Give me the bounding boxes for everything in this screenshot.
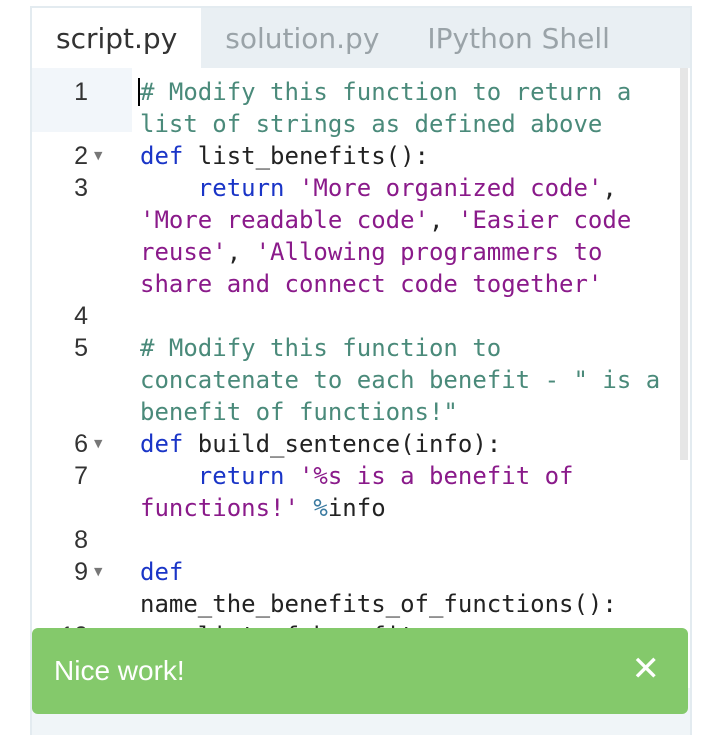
code-token: def <box>140 558 184 586</box>
line-number: 6 <box>74 430 88 458</box>
exercise-panel: script.py solution.py IPython Shell 1 # M… <box>30 6 692 735</box>
fold-toggle-icon[interactable]: ▼ <box>94 556 102 588</box>
tab-solution-py[interactable]: solution.py <box>201 8 403 68</box>
code-token: # Modify this function to return a list … <box>140 78 646 138</box>
code-text: def list_benefits(): <box>140 140 665 172</box>
line-number: 4 <box>74 302 88 330</box>
code-token: def <box>140 430 184 458</box>
code-token: 'More organized code' <box>298 174 603 202</box>
fold-toggle-icon[interactable]: ▼ <box>94 140 102 172</box>
code-token: def <box>140 142 184 170</box>
code-token: % <box>313 494 328 522</box>
success-toast: Nice work! ✕ <box>32 628 688 714</box>
code-text: return 'More organized code', 'More read… <box>140 172 665 300</box>
toast-message: Nice work! <box>54 655 185 686</box>
line-number: 1 <box>74 78 88 106</box>
code-token: # Modify this function to concatenate to… <box>140 334 675 426</box>
code-token: info <box>327 494 386 522</box>
code-text: def name_the_benefits_of_functions(): <box>140 556 665 620</box>
editor-scrollbar[interactable] <box>680 68 688 460</box>
code-text: # Modify this function to return a list … <box>140 76 665 140</box>
line-number: 5 <box>74 334 88 362</box>
tab-script-py[interactable]: script.py <box>32 8 202 68</box>
line-number: 8 <box>74 526 88 554</box>
code-text: # Modify this function to concatenate to… <box>140 332 665 428</box>
line-number: 7 <box>74 462 88 490</box>
code-token: , <box>428 206 458 234</box>
text-cursor <box>138 78 140 106</box>
code-token: , <box>602 174 632 202</box>
line-number: 3 <box>74 174 88 202</box>
code-token: 'More readable code' <box>140 206 429 234</box>
file-tabs: script.py solution.py IPython Shell <box>32 8 690 68</box>
code-token: return <box>197 174 285 202</box>
code-token: list_benefits(): <box>183 142 429 170</box>
code-editor[interactable]: 1 # Modify this function to return a list… <box>32 68 690 688</box>
fold-toggle-icon[interactable]: ▼ <box>94 428 102 460</box>
code-text: def build_sentence(info): <box>140 428 665 460</box>
code-text: return '%s is a benefit of functions!' %… <box>140 460 665 524</box>
code-token: name_the_benefits_of_functions(): <box>140 558 617 618</box>
code-token: build_sentence(info): <box>183 430 502 458</box>
code-token: return <box>197 462 285 490</box>
close-icon[interactable]: ✕ <box>632 628 661 710</box>
code-token: , <box>226 238 256 266</box>
line-number: 9 <box>74 558 88 586</box>
line-number: 2 <box>74 142 88 170</box>
tab-ipython-shell[interactable]: IPython Shell <box>403 8 634 68</box>
